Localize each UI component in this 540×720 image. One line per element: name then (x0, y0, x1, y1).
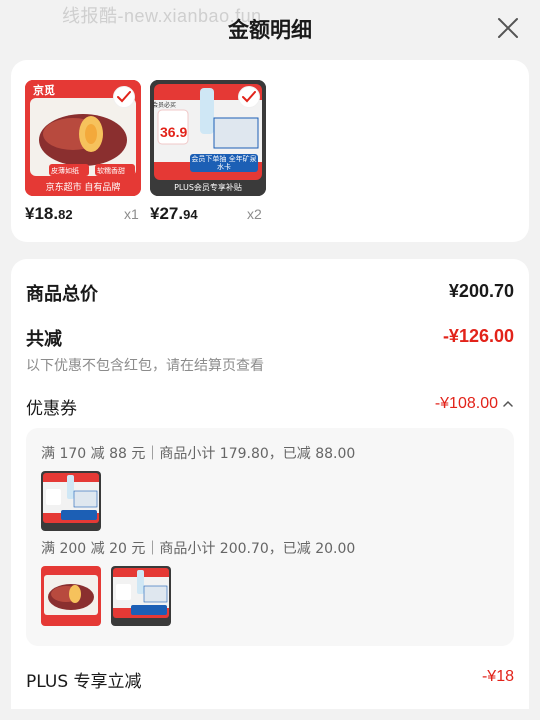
coupon-product-thumb-water (41, 471, 101, 531)
product-qty: x2 (247, 206, 262, 222)
product-price: ¥27.94 (150, 204, 198, 223)
product-image-price: 36.9 (160, 124, 188, 140)
coupon-value: -¥108.00 (434, 395, 498, 412)
product-image-water[interactable]: 会员必买 36.9 会员下单抽 全年矿泉水卡 PLUS会员专享补贴 (150, 80, 266, 196)
page-title: 金额明细 (228, 18, 312, 42)
coupon-product-thumb-water (111, 566, 171, 626)
check-icon (242, 91, 256, 103)
product-price: ¥18.82 (25, 204, 73, 223)
product-tag: 软糯香甜 (97, 167, 125, 175)
product-brand: 京觅 (33, 84, 55, 97)
total-price-value: ¥200.70 (448, 281, 514, 301)
check-icon (117, 91, 131, 103)
close-button[interactable] (496, 16, 520, 40)
header: 线报酷-new.xianbao.fun 金额明细 (0, 0, 540, 58)
close-icon (498, 18, 518, 38)
product-image-top: 会员必买 (152, 102, 177, 109)
chevron-up-icon (503, 400, 513, 407)
selected-check (113, 86, 135, 108)
product-image-caption: PLUS会员专享补贴 (174, 183, 242, 192)
product-image-sweet-potato[interactable]: 京觅 皮薄如纸 软糯香甜 京东超市 自有品牌 (25, 80, 141, 196)
coupon-rule: 满 200 减 20 元｜商品小计 200.70，已减 20.00 (41, 541, 356, 557)
total-reduce-value: -¥126.00 (442, 326, 514, 346)
total-reduce-label: 共减 (26, 329, 62, 350)
plus-discount-label: PLUS 专享立减 (26, 672, 142, 692)
coupon-product-thumb-sweet-potato (41, 566, 101, 626)
product-image-banner: 会员下单抽 全年矿泉水卡 (191, 155, 257, 171)
coupon-label: 优惠券 (26, 399, 77, 419)
product-qty: x1 (124, 206, 139, 222)
total-price-label: 商品总价 (26, 284, 98, 305)
reduce-note: 以下优惠不包含红包，请在结算页查看 (26, 358, 264, 374)
products-card: 京觅 皮薄如纸 软糯香甜 京东超市 自有品牌 ¥18.82 x1 会员必买 36… (11, 60, 529, 242)
selected-check (238, 86, 260, 108)
product-tag: 皮薄如纸 (51, 167, 79, 175)
coupon-rule: 满 170 减 88 元｜商品小计 179.80，已减 88.00 (41, 446, 356, 462)
amount-detail-card: 商品总价 ¥200.70 共减 -¥126.00 以下优惠不包含红包，请在结算页… (11, 259, 529, 709)
plus-discount-value: -¥18 (481, 668, 514, 685)
coupon-detail-box: 满 170 减 88 元｜商品小计 179.80，已减 88.00 满 200 … (26, 428, 514, 646)
product-image-caption: 京东超市 自有品牌 (45, 183, 121, 193)
coupon-toggle[interactable]: -¥108.00 (435, 395, 514, 413)
